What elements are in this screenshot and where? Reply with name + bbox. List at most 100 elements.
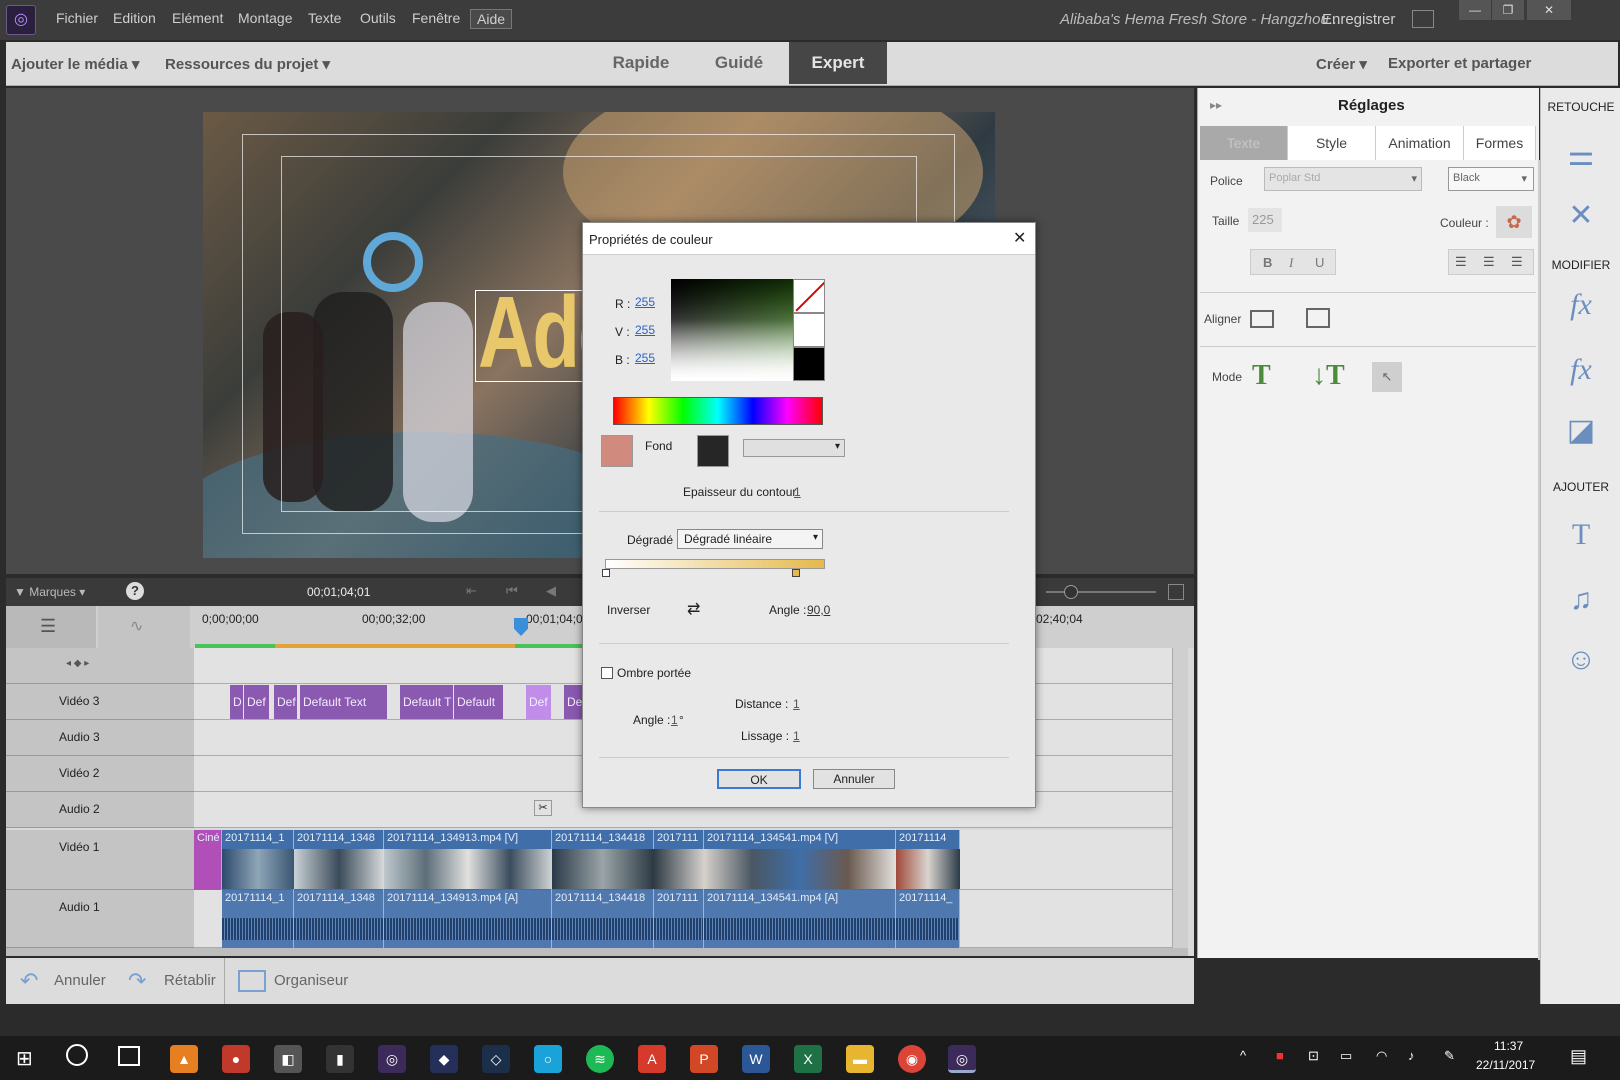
organizer-icon[interactable] [238,970,266,992]
app-icon[interactable]: ◧ [274,1045,302,1073]
graphics-icon[interactable]: ☺ [1541,643,1620,677]
font-family-select[interactable]: Poplar Std ▾ [1264,167,1422,191]
undo-icon[interactable]: ↶ [20,968,38,994]
adjustments-icon[interactable]: ⚌ [1541,138,1620,173]
tab-texte[interactable]: Texte [1200,126,1288,160]
track-audio1[interactable]: 20171114_1 20171114_1348 20171114_134913… [194,890,1172,948]
acrobat-icon[interactable]: A [638,1045,666,1073]
dialog-close-icon[interactable]: ✕ [1013,228,1026,248]
help-icon[interactable]: ? [126,582,144,600]
menu-edition[interactable]: Edition [113,10,156,26]
vlc-icon[interactable]: ▲ [170,1045,198,1073]
show-hidden-icons-icon[interactable]: ^ [1240,1048,1246,1063]
notifications-icon[interactable]: ▤ [1570,1046,1587,1067]
excel-icon[interactable]: X [794,1045,822,1073]
fullscreen-icon[interactable] [1412,10,1434,28]
zoom-slider-handle[interactable] [1064,585,1078,599]
menu-fenetre[interactable]: Fenêtre [412,10,460,26]
audio-clip[interactable]: 20171114_134418 [552,890,654,948]
tab-formes[interactable]: Formes [1464,126,1536,160]
wifi-icon[interactable]: ◠ [1376,1048,1387,1064]
gradient-stop-end[interactable] [792,569,800,577]
gradient-bar[interactable] [605,559,825,569]
invert-icon[interactable]: ⇄ [687,599,700,619]
export-share-button[interactable]: Exporter et partager [1388,55,1531,72]
track-label-audio1[interactable]: Audio 1 [6,890,194,948]
timeline-vertical-scrollbar[interactable] [1172,648,1188,948]
track-view-icon[interactable]: ☰ [6,606,96,648]
rewind-icon[interactable]: ◀ [546,583,556,599]
r-value[interactable]: 255 [635,295,655,309]
text-clip[interactable]: Def [244,685,270,719]
v-value[interactable]: 255 [635,323,655,337]
text-clip[interactable]: Default Text [300,685,388,719]
black-swatch[interactable] [793,347,825,381]
ok-button[interactable]: OK [717,769,801,789]
tools-icon[interactable]: ✕ [1541,198,1620,233]
fit-timeline-icon[interactable] [1168,584,1184,600]
app-icon[interactable]: ▮ [326,1045,354,1073]
fond-color-swatch[interactable] [697,435,729,467]
text-clip[interactable]: Default [454,685,504,719]
premiere-elements-active-icon[interactable]: ◎ [948,1045,976,1073]
shadow-angle-value[interactable]: 1 [671,713,678,727]
timeline-horizontal-scrollbar[interactable] [6,948,1188,956]
horizontal-text-icon[interactable]: T [1252,360,1271,392]
app-icon[interactable]: ○ [534,1045,562,1073]
audio-clip[interactable]: 20171114_1 [222,890,294,948]
organizer-button[interactable]: Organiseur [274,972,348,989]
collapse-panel-icon[interactable]: ▸▸ [1210,98,1222,112]
previous-frame-icon[interactable]: ⏮ [506,583,518,599]
search-icon[interactable] [66,1044,88,1066]
windows-start-icon[interactable]: ⊞ [16,1046,33,1071]
chrome-icon[interactable]: ◉ [898,1045,926,1073]
fx-icon[interactable]: fx [1541,353,1620,387]
premiere-elements-icon[interactable]: ◎ [378,1045,406,1073]
text-clip[interactable]: Def [274,685,298,719]
word-icon[interactable]: W [742,1045,770,1073]
transitions-icon[interactable]: ◪ [1541,413,1620,448]
project-assets-button[interactable]: Ressources du projet ▾ [165,55,330,73]
video-clip[interactable]: Ciné [194,830,222,890]
tab-guide[interactable]: Guidé [690,42,788,84]
shadow-checkbox[interactable] [601,667,613,679]
go-to-start-icon[interactable]: ⇤ [466,583,477,599]
text-clip[interactable]: De [564,685,584,719]
stroke-value[interactable]: 1 [794,485,801,499]
white-swatch[interactable] [793,313,825,347]
track-label-video2[interactable]: Vidéo 2 [6,756,194,792]
track-label-audio3[interactable]: Audio 3 [6,720,194,756]
track-video1[interactable]: Ciné 20171114_1 20171114_1348 20171114_1… [194,830,1172,890]
audio-clip[interactable]: 20171114_1348 [294,890,384,948]
align-horizontal-icon[interactable] [1250,310,1274,328]
audio-clip[interactable]: 20171114_134541.mp4 [A] [704,890,896,948]
fx-edit-icon[interactable]: fx [1541,288,1620,322]
audio-clip[interactable]: 20171114_ [896,890,960,948]
angle-value[interactable]: 90,0 [807,603,830,617]
gradient-stop-start[interactable] [602,569,610,577]
redo-button[interactable]: Rétablir [164,972,216,989]
menu-aide[interactable]: Aide [470,9,513,29]
app-icon[interactable]: ◆ [430,1045,458,1073]
size-input[interactable]: 225 [1248,208,1282,232]
gradient-select[interactable]: Dégradé linéaire ▾ [677,529,823,549]
text-clip-selected[interactable]: Def [526,685,552,719]
menu-texte[interactable]: Texte [308,10,341,26]
music-icon[interactable]: ♫ [1541,583,1620,617]
clock-time[interactable]: 11:37 [1494,1039,1523,1053]
audio-view-icon[interactable]: ∿ [98,606,190,648]
current-color-swatch[interactable] [601,435,633,467]
scissors-icon[interactable]: ✂ [534,800,552,816]
playhead-icon[interactable] [514,618,528,636]
fond-style-select[interactable]: ▾ [743,439,845,457]
align-right-icon[interactable]: ☰ [1511,254,1523,270]
clock-date[interactable]: 22/11/2017 [1476,1058,1535,1072]
task-view-icon[interactable] [118,1046,140,1066]
tab-rapide[interactable]: Rapide [592,42,690,84]
tab-animation[interactable]: Animation [1376,126,1464,160]
zoom-slider[interactable] [1046,591,1156,593]
menu-montage[interactable]: Montage [238,10,292,26]
distance-value[interactable]: 1 [793,697,800,711]
powerpoint-icon[interactable]: P [690,1045,718,1073]
app-icon[interactable]: ◇ [482,1045,510,1073]
